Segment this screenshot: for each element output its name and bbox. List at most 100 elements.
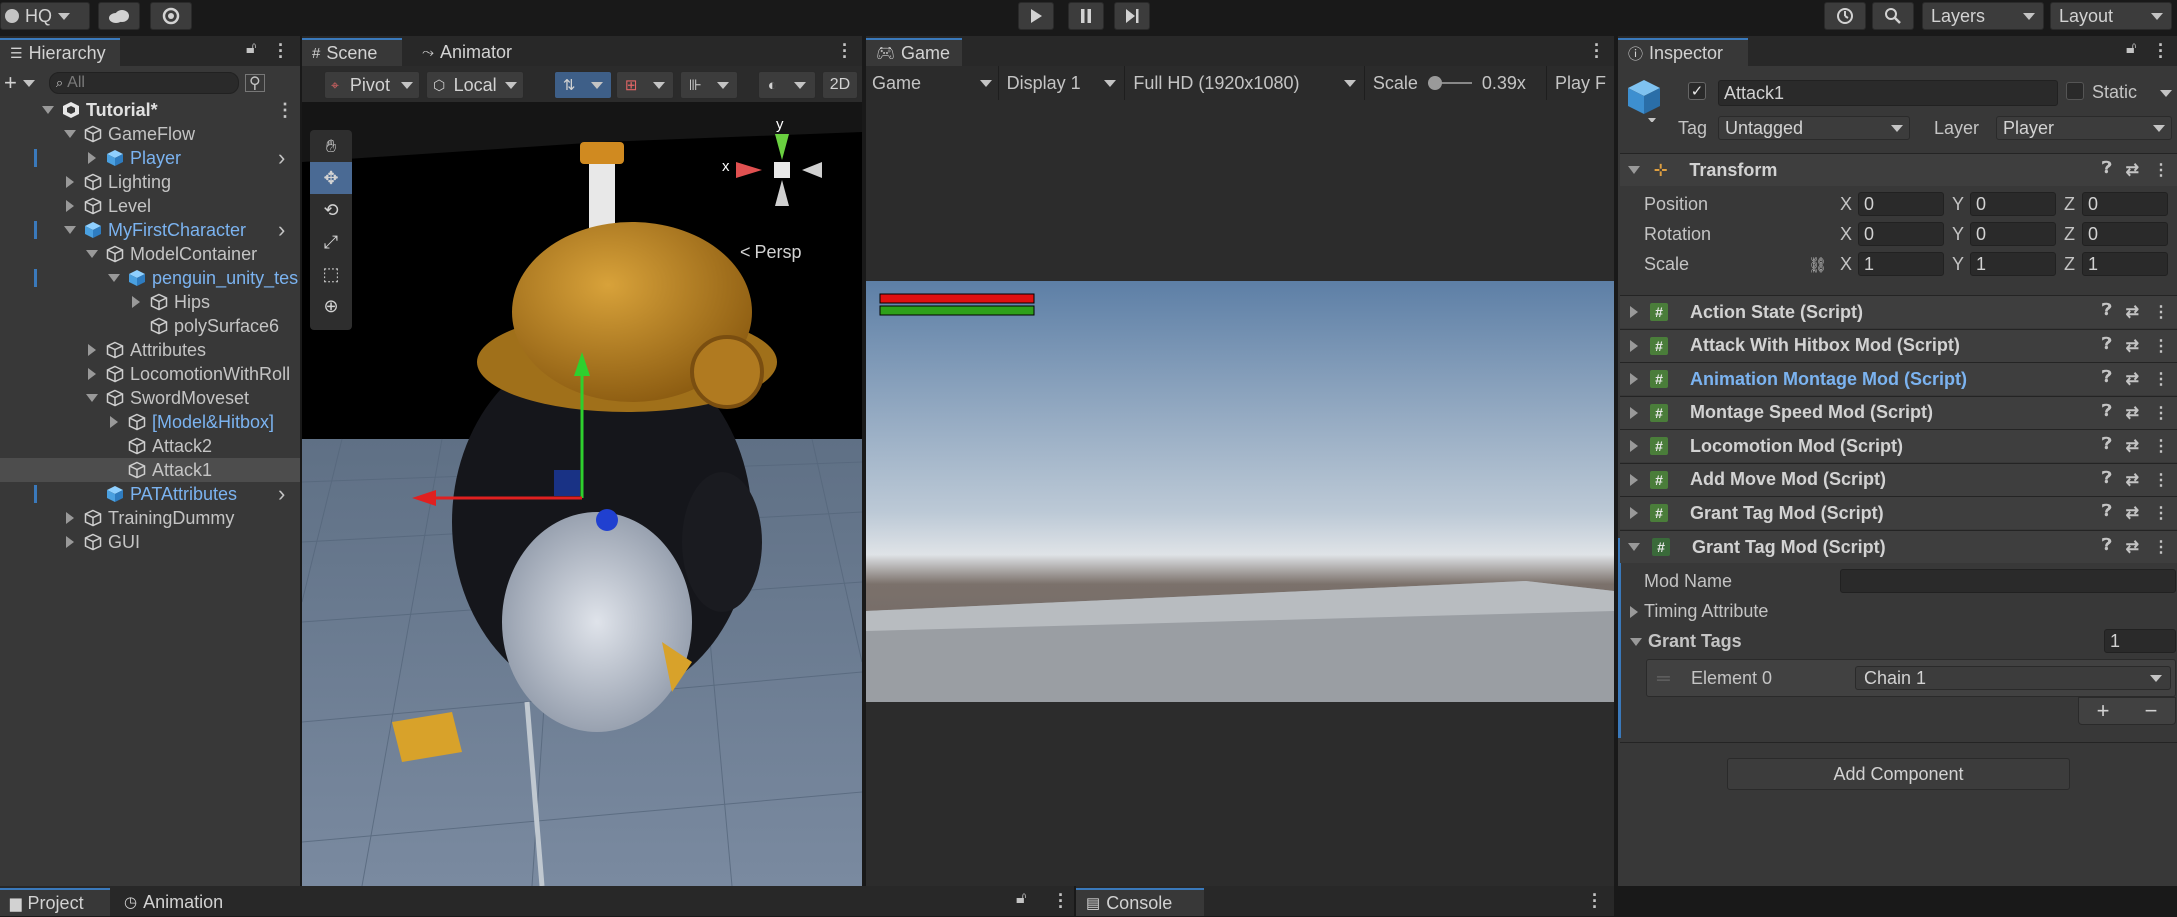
grant-tags-size-field[interactable]: 1 <box>2104 629 2176 653</box>
position-x-field[interactable]: 0 <box>1858 192 1944 216</box>
preset-icon[interactable]: ⇄ <box>2126 503 2139 523</box>
help-icon[interactable]: ❓︎ <box>2102 503 2112 523</box>
mod-name-input[interactable] <box>1840 569 2176 593</box>
timing-attribute-foldout[interactable]: Timing Attribute <box>1630 601 1768 622</box>
fold-closed-icon[interactable] <box>84 368 100 380</box>
tab-game[interactable]: 🎮︎ Game <box>866 38 962 66</box>
transform-header[interactable]: ⊹ Transform ❓︎ ⇄ ⋮ <box>1620 153 2177 186</box>
persp-toggle[interactable]: < Persp <box>740 242 802 263</box>
fold-open-icon[interactable] <box>84 250 100 258</box>
toggle-2d-button[interactable]: 2D <box>822 71 858 99</box>
kebab-menu-icon[interactable]: · · · <box>1058 886 1064 916</box>
scale-x-field[interactable]: 1 <box>1858 252 1944 276</box>
hierarchy-item[interactable]: Tutorial* ⋮ <box>0 98 300 122</box>
add-component-button[interactable]: Add Component <box>1727 758 2070 790</box>
tab-hierarchy[interactable]: ☰ Hierarchy <box>0 38 120 66</box>
scale-tool-icon[interactable]: ⤢ <box>310 226 352 258</box>
hierarchy-item[interactable]: Attack1 <box>0 458 300 482</box>
preset-icon[interactable]: ⇄ <box>2126 369 2139 389</box>
play-button[interactable] <box>1018 2 1054 30</box>
chevron-down-icon[interactable] <box>22 79 35 87</box>
resolution-dropdown[interactable]: Full HD (1920x1080) <box>1125 66 1365 100</box>
help-icon[interactable]: ❓︎ <box>2102 160 2112 180</box>
collab-button[interactable] <box>150 2 192 30</box>
kebab-menu-icon[interactable]: ⋮ <box>2153 470 2169 490</box>
kebab-menu-icon[interactable]: ⋮ <box>2153 302 2169 322</box>
transform-tool-icon[interactable]: ⊕ <box>310 290 352 322</box>
increment-snap-dropdown[interactable]: ⊪ <box>680 71 738 99</box>
lock-icon[interactable]: 🔓︎ <box>1016 890 1026 908</box>
fold-closed-icon[interactable] <box>62 512 78 524</box>
account-dropdown[interactable]: HQ <box>0 2 90 30</box>
tab-scene[interactable]: # Scene <box>302 38 402 66</box>
rotation-y-field[interactable]: 0 <box>1970 222 2056 246</box>
search-button[interactable] <box>1872 2 1914 30</box>
fold-open-icon[interactable] <box>84 394 100 402</box>
fold-open-icon[interactable] <box>62 226 78 234</box>
fold-closed-icon[interactable] <box>106 416 122 428</box>
fold-open-icon[interactable] <box>106 274 122 282</box>
drag-handle-icon[interactable]: ═ <box>1657 668 1670 689</box>
chevron-down-icon[interactable] <box>2160 90 2172 97</box>
fold-closed-icon[interactable] <box>62 536 78 548</box>
preset-icon[interactable]: ⇄ <box>2126 537 2139 557</box>
component-header[interactable]: # Locomotion Mod (Script) ❓︎ ⇄ ⋮ <box>1620 429 2177 462</box>
lock-icon[interactable]: 🔓︎ <box>2126 40 2136 58</box>
object-name-field[interactable]: Attack1 <box>1718 80 2058 106</box>
history-button[interactable] <box>1824 2 1866 30</box>
hierarchy-item[interactable]: GameFlow <box>0 122 300 146</box>
preset-icon[interactable]: ⇄ <box>2126 336 2139 356</box>
grant-tags-foldout[interactable]: Grant Tags <box>1630 631 1742 652</box>
kebab-menu-icon[interactable]: ⋮ <box>2153 537 2169 557</box>
fold-closed-icon[interactable] <box>62 200 78 212</box>
static-checkbox[interactable] <box>2066 82 2084 100</box>
kebab-menu-icon[interactable]: ⋮ <box>2153 369 2169 389</box>
game-view-dropdown[interactable]: Game <box>866 66 999 100</box>
link-icon[interactable]: ⛓︎ <box>1808 256 1827 274</box>
preset-icon[interactable]: ⇄ <box>2126 302 2139 322</box>
layers-dropdown[interactable]: Layers <box>1922 2 2044 30</box>
hierarchy-item[interactable]: Player › <box>0 146 300 170</box>
component-header[interactable]: # Add Move Mod (Script) ❓︎ ⇄ ⋮ <box>1620 462 2177 496</box>
layer-dropdown[interactable]: Player <box>1996 116 2172 140</box>
component-header[interactable]: # Action State (Script) ❓︎ ⇄ ⋮ <box>1620 295 2177 328</box>
play-focused-dropdown[interactable]: Play F <box>1547 73 1614 94</box>
kebab-menu-icon[interactable]: ⋮ <box>2153 336 2169 356</box>
move-tool-icon[interactable]: ✥ <box>310 162 352 194</box>
pivot-dropdown[interactable]: ⌖ Pivot <box>324 71 420 99</box>
hierarchy-item[interactable]: GUI <box>0 530 300 554</box>
rotation-x-field[interactable]: 0 <box>1858 222 1944 246</box>
grant-tag-mod-expanded-header[interactable]: # Grant Tag Mod (Script) ❓︎ ⇄ ⋮ <box>1620 530 2177 563</box>
active-checkbox[interactable]: ✓ <box>1688 82 1706 100</box>
hierarchy-item[interactable]: TrainingDummy <box>0 506 300 530</box>
tab-animation[interactable]: ◷ Animation <box>114 888 254 916</box>
hierarchy-item[interactable]: Lighting <box>0 170 300 194</box>
snap-grid-dropdown[interactable]: ⇅ <box>554 71 612 99</box>
hand-tool-icon[interactable]: ✋︎ <box>310 130 352 162</box>
help-icon[interactable]: ❓︎ <box>2102 470 2112 490</box>
fold-closed-icon[interactable] <box>84 152 100 164</box>
kebab-menu-icon[interactable]: ⋮ <box>2153 160 2169 180</box>
draw-mode-dropdown[interactable]: ◐ <box>758 71 816 99</box>
layout-dropdown[interactable]: Layout <box>2050 2 2172 30</box>
kebab-menu-icon[interactable]: · · · <box>278 36 284 66</box>
help-icon[interactable]: ❓︎ <box>2102 403 2112 423</box>
hierarchy-item[interactable]: ModelContainer <box>0 242 300 266</box>
filter-icon[interactable]: ⚲ <box>244 74 265 92</box>
game-viewport[interactable] <box>866 281 1614 702</box>
preset-icon[interactable]: ⇄ <box>2126 436 2139 456</box>
pause-button[interactable] <box>1068 2 1104 30</box>
position-y-field[interactable]: 0 <box>1970 192 2056 216</box>
orientation-gizmo[interactable]: y x <box>722 116 842 232</box>
chevron-right-icon[interactable]: › <box>278 146 285 170</box>
fold-closed-icon[interactable] <box>128 296 144 308</box>
scale-y-field[interactable]: 1 <box>1970 252 2056 276</box>
preset-icon[interactable]: ⇄ <box>2126 470 2139 490</box>
hierarchy-item[interactable]: MyFirstCharacter › <box>0 218 300 242</box>
rect-tool-icon[interactable]: ⬚ <box>310 258 352 290</box>
fold-open-icon[interactable] <box>40 106 56 114</box>
preset-icon[interactable]: ⇄ <box>2126 403 2139 423</box>
tab-project[interactable]: ▆ Project <box>0 888 110 916</box>
add-element-button[interactable]: + <box>2097 698 2110 724</box>
help-icon[interactable]: ❓︎ <box>2102 436 2112 456</box>
